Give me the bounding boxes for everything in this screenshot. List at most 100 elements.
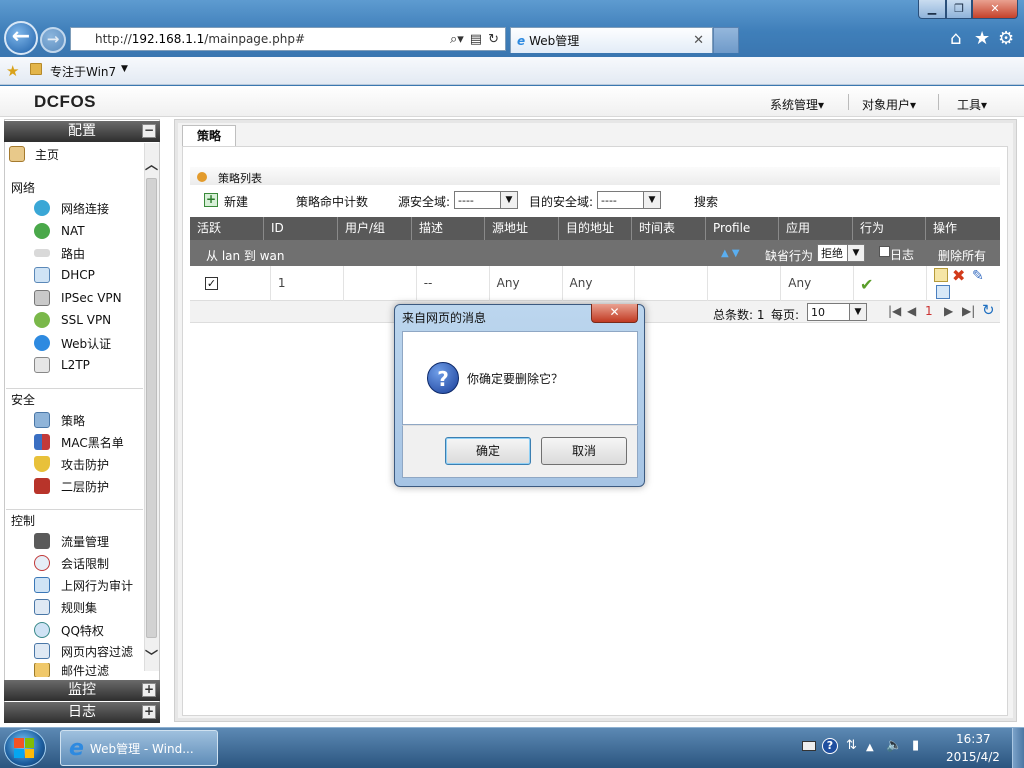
show-hidden-icons-icon[interactable]: ▲	[866, 742, 874, 753]
chevron-down-icon[interactable]: ▼	[847, 245, 864, 261]
chevron-down-icon[interactable]: ▼	[500, 192, 517, 208]
refresh-icon[interactable]: ↻	[488, 32, 499, 47]
sidebar-item-ruleset[interactable]: 规则集	[34, 597, 97, 617]
show-desktop-button[interactable]	[1012, 728, 1024, 768]
sidebar-item-l2tp[interactable]: L2TP	[34, 355, 90, 375]
sidebar-item-ipsec-vpn[interactable]: IPSec VPN	[34, 288, 122, 308]
tab-close-icon[interactable]: ✕	[693, 33, 704, 48]
maximize-button[interactable]: ❐	[946, 0, 972, 19]
dialog-message: 你确定要删除它？	[467, 372, 564, 386]
first-page-icon[interactable]: |◀	[888, 304, 901, 318]
scroll-up-icon[interactable]: ︿	[145, 154, 158, 173]
forward-button[interactable]: →	[40, 27, 66, 53]
menu-tools[interactable]: 工具▾	[957, 96, 987, 113]
menu-objects-users[interactable]: 对象用户▾	[862, 96, 916, 113]
battery-icon[interactable]: ▮	[912, 738, 919, 753]
cancel-button[interactable]: 取消	[541, 437, 627, 465]
hit-count-link[interactable]: 策略命中计数	[296, 193, 368, 210]
column-header-dst-addr: 目的地址	[559, 217, 632, 240]
taskbar-ie-window[interactable]: e Web管理 - Wind...	[60, 730, 218, 766]
compat-icon[interactable]: ▤	[470, 32, 482, 47]
sidebar-item-nat[interactable]: NAT	[34, 221, 85, 241]
search-icon[interactable]: ⌕▾	[450, 32, 464, 47]
sidebar-item-behavior-audit[interactable]: 上网行为审计	[34, 575, 133, 595]
table-row[interactable]: 1 -- Any Any Any	[190, 266, 1000, 301]
src-zone-select[interactable]: ---- ▼	[454, 191, 518, 209]
sidebar-config-header[interactable]: 配置 −	[4, 121, 160, 142]
expand-icon[interactable]: +	[142, 705, 156, 719]
edit-icon[interactable]	[934, 268, 948, 282]
folder-icon[interactable]	[30, 63, 42, 75]
clock-date[interactable]: 2015/4/2	[946, 750, 1000, 764]
sort-arrows-icon[interactable]: ▲ ▼	[721, 248, 740, 259]
home-icon[interactable]: ⌂	[950, 28, 961, 49]
minimize-button[interactable]: ▁	[918, 0, 946, 19]
next-page-icon[interactable]: ▶	[944, 304, 953, 318]
column-header-src-addr: 源地址	[485, 217, 559, 240]
sidebar-item-mac-blacklist[interactable]: MAC黑名单	[34, 432, 124, 452]
ok-button[interactable]: 确定	[445, 437, 531, 465]
active-checkbox[interactable]: ✓	[205, 277, 218, 290]
dst-zone-select[interactable]: ---- ▼	[597, 191, 661, 209]
gear-icon[interactable]: ⚙	[998, 28, 1014, 49]
network-icon[interactable]: ⇅	[846, 738, 857, 753]
sidebar-log-header[interactable]: 日志 +	[4, 702, 160, 723]
sidebar-item-web-filter[interactable]: 网页内容过滤	[34, 641, 133, 661]
per-page-select[interactable]: 10 ▼	[807, 303, 867, 321]
window-close-button[interactable]: ✕	[972, 0, 1018, 19]
sidebar-item-attack-protection[interactable]: 攻击防护	[34, 454, 109, 474]
delete-icon[interactable]: ✖	[952, 266, 965, 285]
expand-icon[interactable]: +	[142, 683, 156, 697]
sidebar-monitor-header[interactable]: 监控 +	[4, 680, 160, 701]
column-header-id[interactable]: ID	[264, 217, 338, 240]
sidebar-item-traffic-management[interactable]: 流量管理	[34, 531, 109, 551]
sidebar-item-route[interactable]: 路由	[34, 243, 85, 263]
help-icon[interactable]: ?	[822, 738, 838, 754]
chevron-down-icon[interactable]: ▼	[643, 192, 660, 208]
refresh-icon[interactable]: ↻	[982, 301, 995, 319]
sidebar-item-policy[interactable]: 策略	[34, 410, 85, 430]
tab-title: Web管理	[529, 34, 580, 48]
address-bar[interactable]: http://192.168.1.1/mainpage.php# ⌕▾ ▤ ↻	[70, 27, 506, 51]
prev-page-icon[interactable]: ◀	[907, 304, 916, 318]
address-text[interactable]: http://192.168.1.1/mainpage.php#	[95, 32, 450, 46]
move-icon[interactable]: ✎	[972, 268, 984, 284]
delete-all-button[interactable]: 删除所有	[938, 247, 986, 264]
new-tab-button[interactable]	[713, 27, 739, 53]
sidebar-item-qq-privilege[interactable]: QQ特权	[34, 620, 104, 640]
sidebar-item-home[interactable]: 主页	[9, 144, 59, 164]
add-icon[interactable]: +	[204, 193, 218, 207]
tab-policy[interactable]: 策略	[182, 125, 236, 147]
cell-user	[344, 266, 417, 301]
sidebar-item-layer2-protection[interactable]: 二层防护	[34, 476, 109, 496]
default-action-select[interactable]: 拒绝 ▼	[817, 244, 865, 262]
back-button[interactable]: ←	[4, 21, 38, 55]
chevron-down-icon[interactable]: ▼	[849, 304, 866, 320]
new-policy-button[interactable]: 新建	[224, 193, 248, 210]
menu-system-management[interactable]: 系统管理▾	[770, 96, 824, 113]
last-page-icon[interactable]: ▶|	[962, 304, 975, 318]
log-checkbox[interactable]	[879, 246, 890, 257]
search-button[interactable]: 搜索	[694, 193, 718, 210]
clock-time[interactable]: 16:37	[956, 732, 991, 746]
scroll-down-icon[interactable]: ﹀	[145, 646, 158, 665]
favorites-folder-label[interactable]: 专注于Win7	[50, 63, 116, 80]
volume-icon[interactable]: 🔈	[886, 738, 902, 753]
sidebar-item-session-limit[interactable]: 会话限制	[34, 553, 109, 573]
sidebar-item-ssl-vpn[interactable]: SSL VPN	[34, 310, 111, 330]
sidebar-item-web-auth[interactable]: Web认证	[34, 333, 111, 353]
sidebar-item-dhcp[interactable]: DHCP	[34, 265, 95, 285]
table-header: 活跃 ID 用户/组 描述 源地址 目的地址 时间表 Profile 应用 行为…	[190, 217, 1000, 240]
chevron-down-icon[interactable]: ▼	[121, 64, 128, 74]
dialog-close-button[interactable]: ✕	[591, 304, 638, 323]
keyboard-icon[interactable]	[802, 741, 816, 751]
add-favorite-icon[interactable]: ★	[6, 62, 19, 80]
favorites-star-icon[interactable]: ★	[974, 28, 990, 49]
sidebar-scroll-thumb[interactable]	[146, 178, 157, 638]
browser-tab[interactable]: e Web管理 ✕	[510, 27, 713, 53]
sidebar-item-mail-filter[interactable]: 邮件过滤	[34, 663, 109, 677]
copy-icon[interactable]	[936, 285, 950, 299]
collapse-icon[interactable]: −	[142, 124, 156, 138]
log-label: 日志	[890, 248, 915, 262]
sidebar-item-network-connection[interactable]: 网络连接	[34, 198, 109, 218]
